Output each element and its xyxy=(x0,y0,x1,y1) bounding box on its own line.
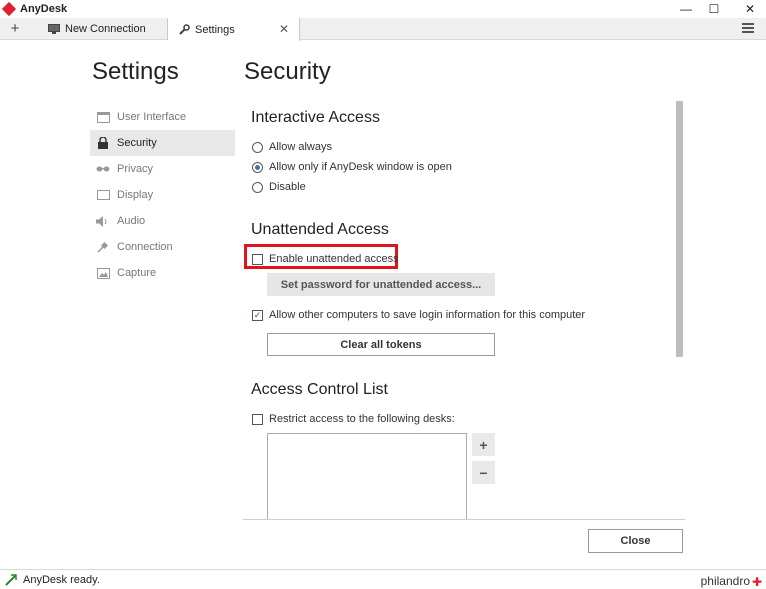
close-button[interactable]: Close xyxy=(588,529,683,553)
window-icon xyxy=(96,111,110,123)
status-text: AnyDesk ready. xyxy=(23,574,100,586)
brand-logo-icon: ✚ xyxy=(751,575,762,589)
settings-heading: Settings xyxy=(92,58,179,85)
monitor-icon xyxy=(48,24,60,34)
sidebar-item-audio[interactable]: Audio xyxy=(90,208,235,234)
sidebar-item-privacy[interactable]: Privacy xyxy=(90,156,235,182)
allow-save-login-checkbox[interactable]: ✓ Allow other computers to save login in… xyxy=(252,309,585,321)
radio-disable[interactable]: Disable xyxy=(252,181,306,193)
radio-button[interactable] xyxy=(252,141,263,153)
enable-unattended-checkbox[interactable]: Enable unattended access xyxy=(252,253,399,265)
checkbox[interactable]: ✓ xyxy=(252,309,263,321)
lock-icon xyxy=(96,137,110,149)
title-bar: AnyDesk — ☐ ✕ xyxy=(0,0,766,18)
close-tab-button[interactable]: ✕ xyxy=(279,22,289,36)
remove-desk-button[interactable]: − xyxy=(472,461,495,484)
checkbox-label: Restrict access to the following desks: xyxy=(269,413,455,425)
set-password-button[interactable]: Set password for unattended access... xyxy=(267,273,495,296)
minimize-button[interactable]: — xyxy=(672,0,700,18)
display-icon xyxy=(96,189,110,201)
connection-status-icon xyxy=(5,574,17,586)
radio-button[interactable] xyxy=(252,181,263,193)
sidebar-item-capture[interactable]: Capture xyxy=(90,260,235,286)
option-label: Disable xyxy=(269,181,306,193)
security-panel: Interactive Access Allow always Allow on… xyxy=(243,100,685,520)
option-label: Allow only if AnyDesk window is open xyxy=(269,161,452,173)
checkbox[interactable] xyxy=(252,413,263,425)
tab-label: New Connection xyxy=(65,23,146,35)
speaker-icon xyxy=(96,215,110,227)
sidebar-item-label: Security xyxy=(117,137,157,149)
close-window-button[interactable]: ✕ xyxy=(736,0,764,18)
tab-label: Settings xyxy=(195,23,235,36)
acl-list[interactable] xyxy=(267,433,467,519)
settings-sidebar: User Interface Security Privacy Display … xyxy=(90,104,235,286)
radio-allow-if-open[interactable]: Allow only if AnyDesk window is open xyxy=(252,161,452,173)
brand-label: philandro xyxy=(700,574,750,588)
maximize-button[interactable]: ☐ xyxy=(700,0,728,18)
interactive-access-title: Interactive Access xyxy=(251,109,380,126)
sidebar-item-connection[interactable]: Connection xyxy=(90,234,235,260)
image-icon xyxy=(96,267,110,279)
checkbox-label: Allow other computers to save login info… xyxy=(269,309,586,321)
tab-bar: + New Connection Settings ✕ xyxy=(0,18,766,41)
wrench-icon xyxy=(178,23,190,35)
sidebar-item-display[interactable]: Display xyxy=(90,182,235,208)
app-title: AnyDesk xyxy=(20,3,68,15)
radio-button[interactable] xyxy=(252,161,263,173)
acl-title: Access Control List xyxy=(251,381,388,398)
sidebar-item-label: User Interface xyxy=(117,111,187,123)
status-bar: AnyDesk ready. philandro ✚ xyxy=(0,569,766,589)
restrict-access-checkbox[interactable]: Restrict access to the following desks: xyxy=(252,413,455,425)
sidebar-item-label: Audio xyxy=(117,215,146,227)
checkbox-label: Enable unattended access xyxy=(269,253,399,265)
tab-new-connection[interactable]: New Connection xyxy=(40,18,168,40)
sidebar-item-security[interactable]: Security xyxy=(90,130,235,156)
tab-settings[interactable]: Settings ✕ xyxy=(168,18,300,41)
new-tab-button[interactable]: + xyxy=(6,20,24,37)
sidebar-item-user-interface[interactable]: User Interface xyxy=(90,104,235,130)
sidebar-item-label: Capture xyxy=(117,267,157,279)
sidebar-item-label: Privacy xyxy=(117,163,154,175)
plug-icon xyxy=(96,241,110,253)
checkbox[interactable] xyxy=(252,253,263,265)
glasses-icon xyxy=(96,163,110,175)
add-desk-button[interactable]: + xyxy=(472,433,495,456)
sidebar-item-label: Display xyxy=(117,189,154,201)
hamburger-menu-icon[interactable] xyxy=(742,23,754,35)
sidebar-item-label: Connection xyxy=(117,241,173,253)
radio-allow-always[interactable]: Allow always xyxy=(252,141,332,153)
anydesk-logo-icon xyxy=(1,1,17,17)
page-title: Security xyxy=(244,58,331,85)
clear-tokens-button[interactable]: Clear all tokens xyxy=(267,333,495,356)
option-label: Allow always xyxy=(269,141,332,153)
unattended-access-title: Unattended Access xyxy=(251,221,389,238)
scrollbar-thumb[interactable] xyxy=(676,101,683,357)
